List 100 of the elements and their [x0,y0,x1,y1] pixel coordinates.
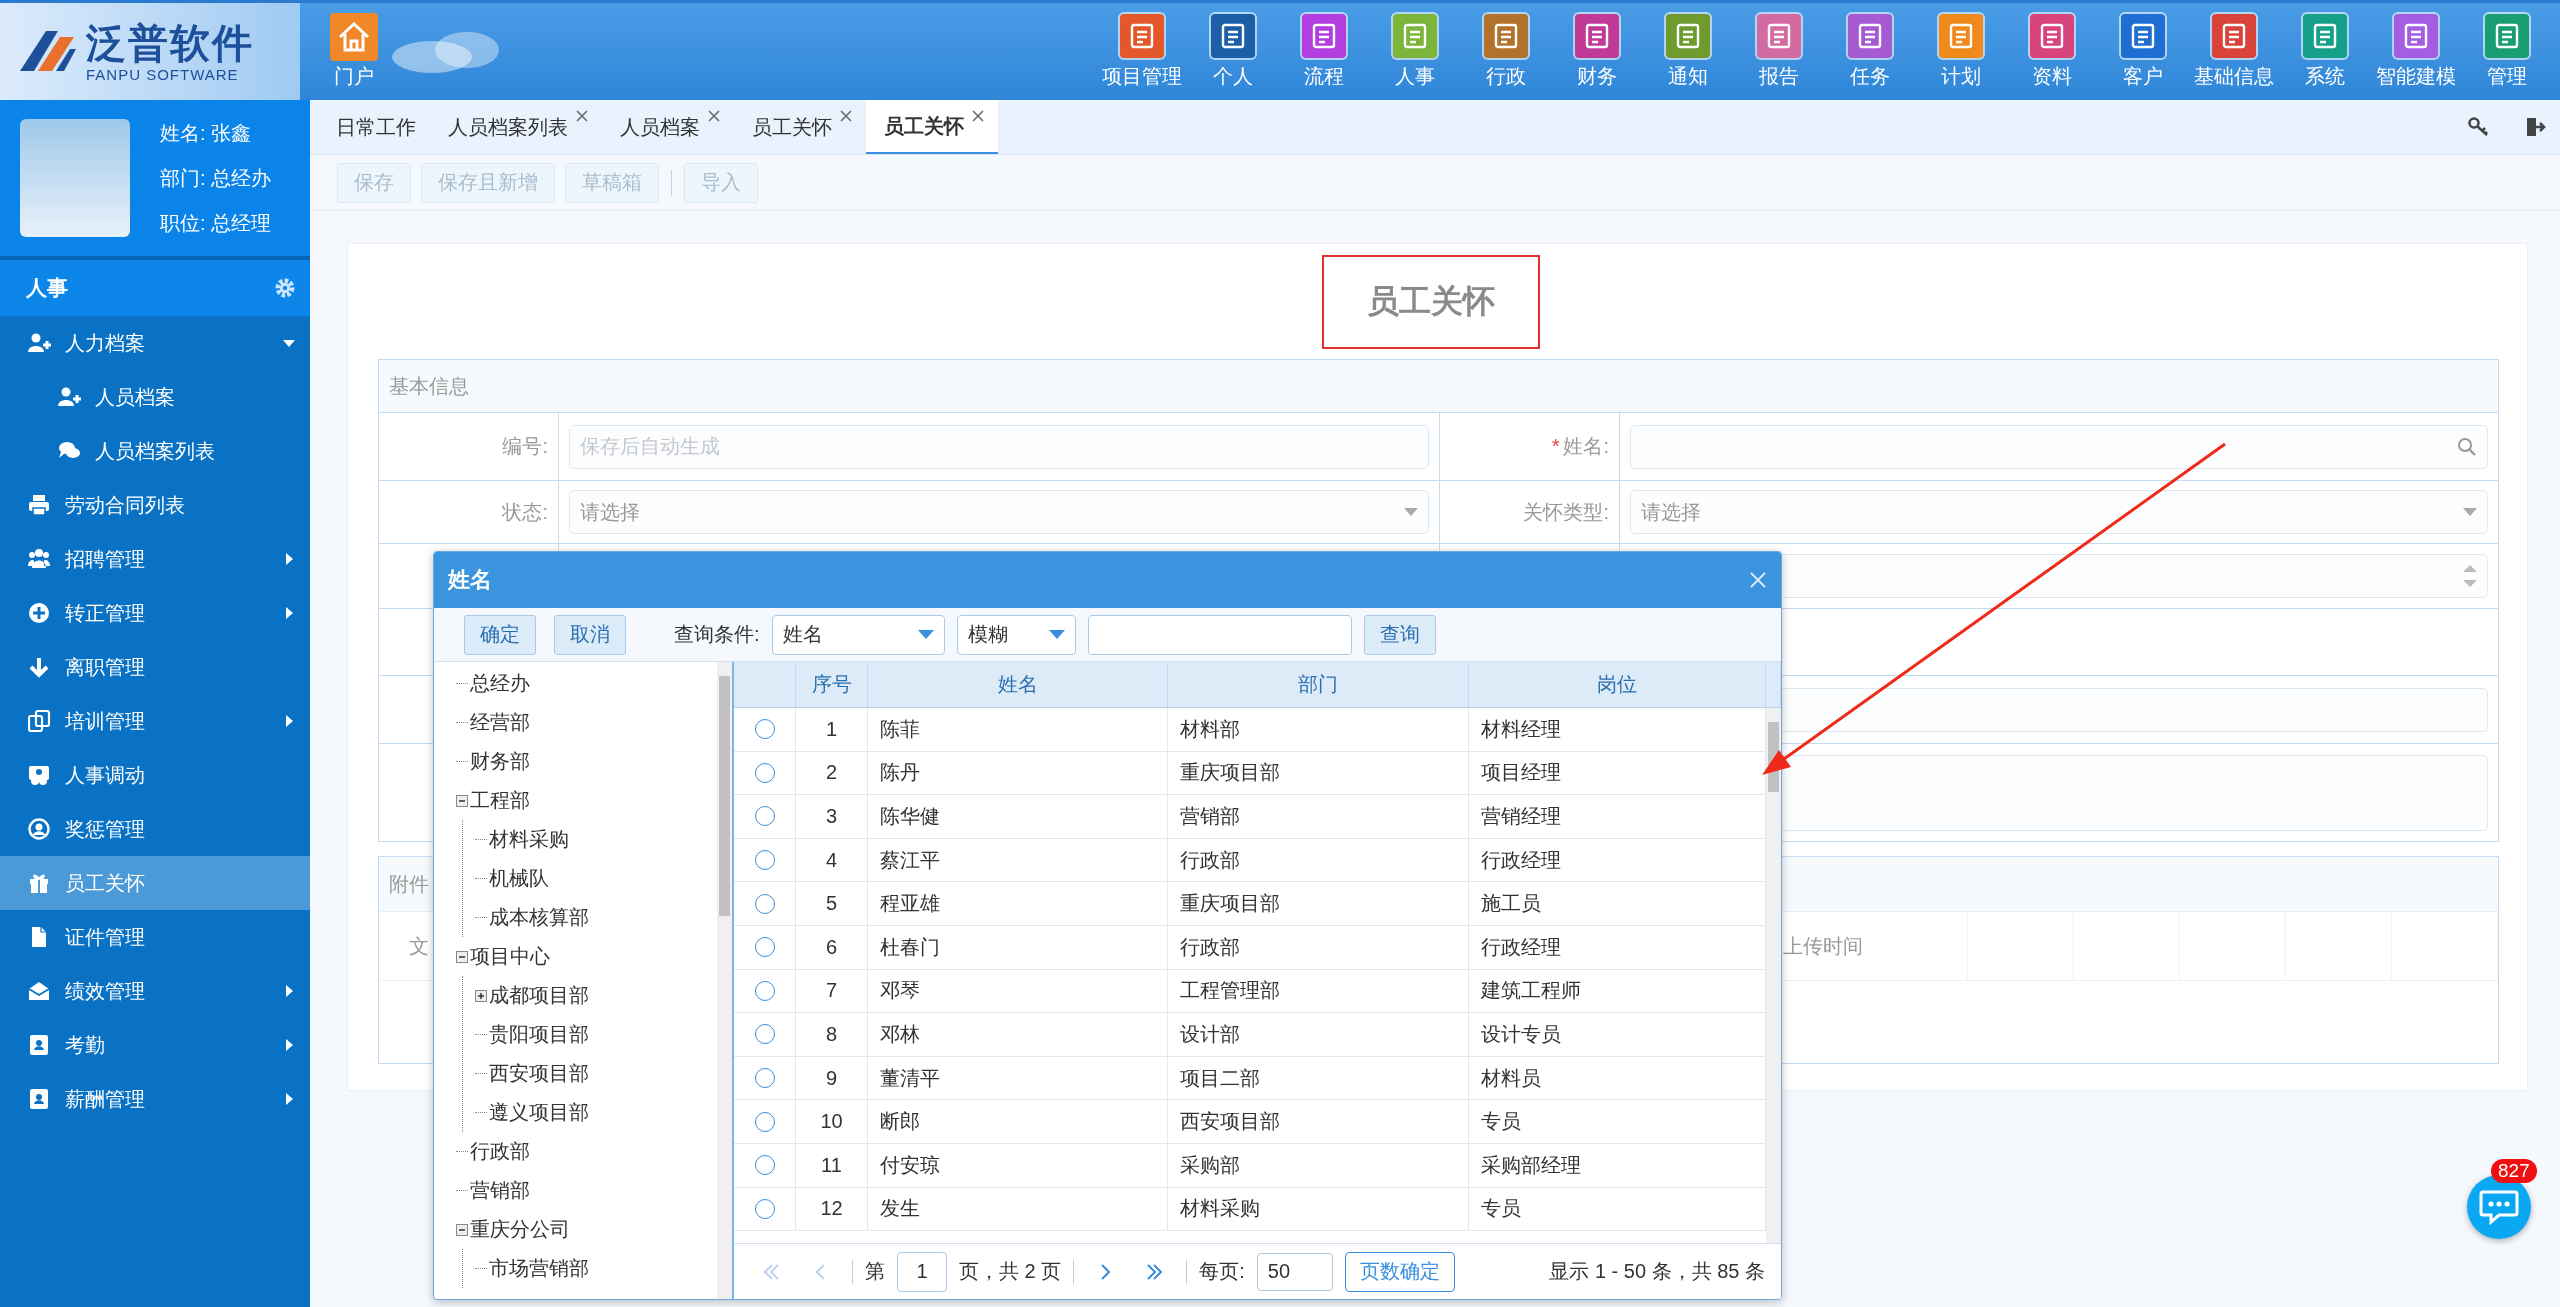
close-icon[interactable] [576,110,588,122]
select-field[interactable]: 请选择 [1630,490,2488,534]
profile-department: 部门: 总经办 [160,165,272,191]
radio-button[interactable] [754,762,775,783]
dialog-button[interactable]: 确定 [464,614,536,655]
collapse-icon[interactable] [456,794,468,807]
nav-link[interactable]: 任务 [1824,3,1915,100]
close-icon[interactable] [840,110,852,122]
menu-item[interactable]: 培训管理 [0,694,310,748]
tree-node[interactable]: 行政部 [456,1132,717,1171]
table-cell: 10 [796,1100,868,1143]
nav-link[interactable]: 项目管理 [1096,3,1187,100]
radio-button[interactable] [754,937,775,958]
radio-button[interactable] [754,1198,775,1219]
nav-link[interactable]: 智能建模 [2370,3,2461,100]
dialog-button[interactable]: 取消 [554,614,626,655]
close-icon[interactable] [972,110,984,122]
tree-node[interactable]: 营销部 [456,1171,717,1210]
nav-link[interactable]: 基础信息 [2188,3,2279,100]
menu-item[interactable]: 人力档案 [0,316,310,370]
tree-node[interactable]: 机械队 [475,859,717,898]
dropdown-caret-icon [2463,507,2477,517]
nav-link[interactable]: 流程 [1278,3,1369,100]
tab[interactable]: 人员档案列表 [430,100,602,154]
key-icon[interactable] [2468,116,2490,138]
page-input[interactable]: 1 [897,1251,947,1292]
nav-link[interactable]: 人事 [1369,3,1460,100]
menu-label: 人员档案列表 [95,438,215,464]
menu-item[interactable]: 证件管理 [0,910,310,964]
nav-link[interactable]: 资料 [2006,3,2097,100]
expand-icon[interactable] [475,989,487,1002]
tree-node[interactable]: 工程部 [456,781,717,820]
tab[interactable]: 员工关怀 [734,100,866,154]
nav-link[interactable]: 行政 [1460,3,1551,100]
field-select[interactable]: 姓名 [771,614,945,655]
scrollbar[interactable] [717,662,732,1299]
settings-icon[interactable] [274,277,296,299]
radio-button[interactable] [754,806,775,827]
tree-node[interactable]: 市场营销部 [475,1249,717,1288]
logout-icon[interactable] [2524,116,2546,138]
menu-item[interactable]: 人员档案 [0,370,310,424]
nav-link[interactable]: 计划 [1915,3,2006,100]
collapse-icon[interactable] [456,1223,468,1236]
menu-item[interactable]: 转正管理 [0,586,310,640]
search-icon[interactable] [2457,436,2477,457]
close-icon[interactable] [708,110,720,122]
tree-node[interactable]: 材料采购 [475,820,717,859]
tab[interactable]: 人员档案 [602,100,734,154]
menu-item[interactable]: 招聘管理 [0,532,310,586]
menu-item[interactable]: 奖惩管理 [0,802,310,856]
nav-link[interactable]: 通知 [1642,3,1733,100]
tab[interactable]: 日常工作 [318,100,430,154]
menu-label: 招聘管理 [65,546,145,572]
portal-link[interactable]: 门户 [330,3,378,100]
nav-link[interactable]: 财务 [1551,3,1642,100]
select-field[interactable]: 请选择 [569,490,1429,534]
tree-node[interactable]: 财务部 [456,742,717,781]
radio-button[interactable] [754,719,775,740]
menu-item[interactable]: 薪酬管理 [0,1072,310,1126]
match-select[interactable]: 模糊 [956,614,1076,655]
search-input[interactable] [1087,614,1352,655]
nav-link[interactable]: 客户 [2097,3,2188,100]
radio-button[interactable] [754,893,775,914]
radio-button[interactable] [754,1024,775,1045]
menu-item[interactable]: 人事调动 [0,748,310,802]
input-field[interactable]: 保存后自动生成 [569,424,1429,469]
menu-label: 人力档案 [65,330,145,356]
tree-node[interactable]: 贵阳项目部 [475,1015,717,1054]
nav-link[interactable]: 系统 [2279,3,2370,100]
tree-node[interactable]: 项目中心 [456,937,717,976]
menu-label: 人员档案 [95,384,175,410]
radio-button[interactable] [754,1155,775,1176]
nav-link[interactable]: 报告 [1733,3,1824,100]
tree-node[interactable]: 重庆分公司 [456,1210,717,1249]
page-size-input[interactable]: 50 [1256,1252,1333,1291]
menu-item[interactable]: 劳动合同列表 [0,478,310,532]
tree-node[interactable]: 经营部 [456,703,717,742]
tree-node[interactable]: 遵义项目部 [475,1093,717,1132]
search-button[interactable]: 查询 [1363,614,1436,655]
menu-item[interactable]: 人员档案列表 [0,424,310,478]
scrollbar[interactable] [1766,708,1781,1243]
tree-node[interactable]: 总经办 [456,664,717,703]
nav-link[interactable]: 管理 [2461,3,2552,100]
menu-item[interactable]: 离职管理 [0,640,310,694]
menu-item[interactable]: 员工关怀 [0,856,310,910]
nav-link[interactable]: 个人 [1187,3,1278,100]
lookup-field[interactable] [1630,424,2488,469]
menu-item[interactable]: 考勤 [0,1018,310,1072]
radio-button[interactable] [754,1111,775,1132]
apply-button[interactable]: 页数确定 [1344,1251,1455,1292]
radio-button[interactable] [754,1068,775,1089]
menu-item[interactable]: 绩效管理 [0,964,310,1018]
tab[interactable]: 员工关怀 [866,100,998,154]
spinner-icon[interactable] [2463,563,2477,589]
tree-node[interactable]: 西安项目部 [475,1054,717,1093]
chat-button[interactable] [2467,1175,2531,1239]
radio-button[interactable] [754,850,775,871]
menu-label: 薪酬管理 [65,1086,145,1112]
radio-button[interactable] [754,980,775,1001]
collapse-icon[interactable] [456,950,468,963]
